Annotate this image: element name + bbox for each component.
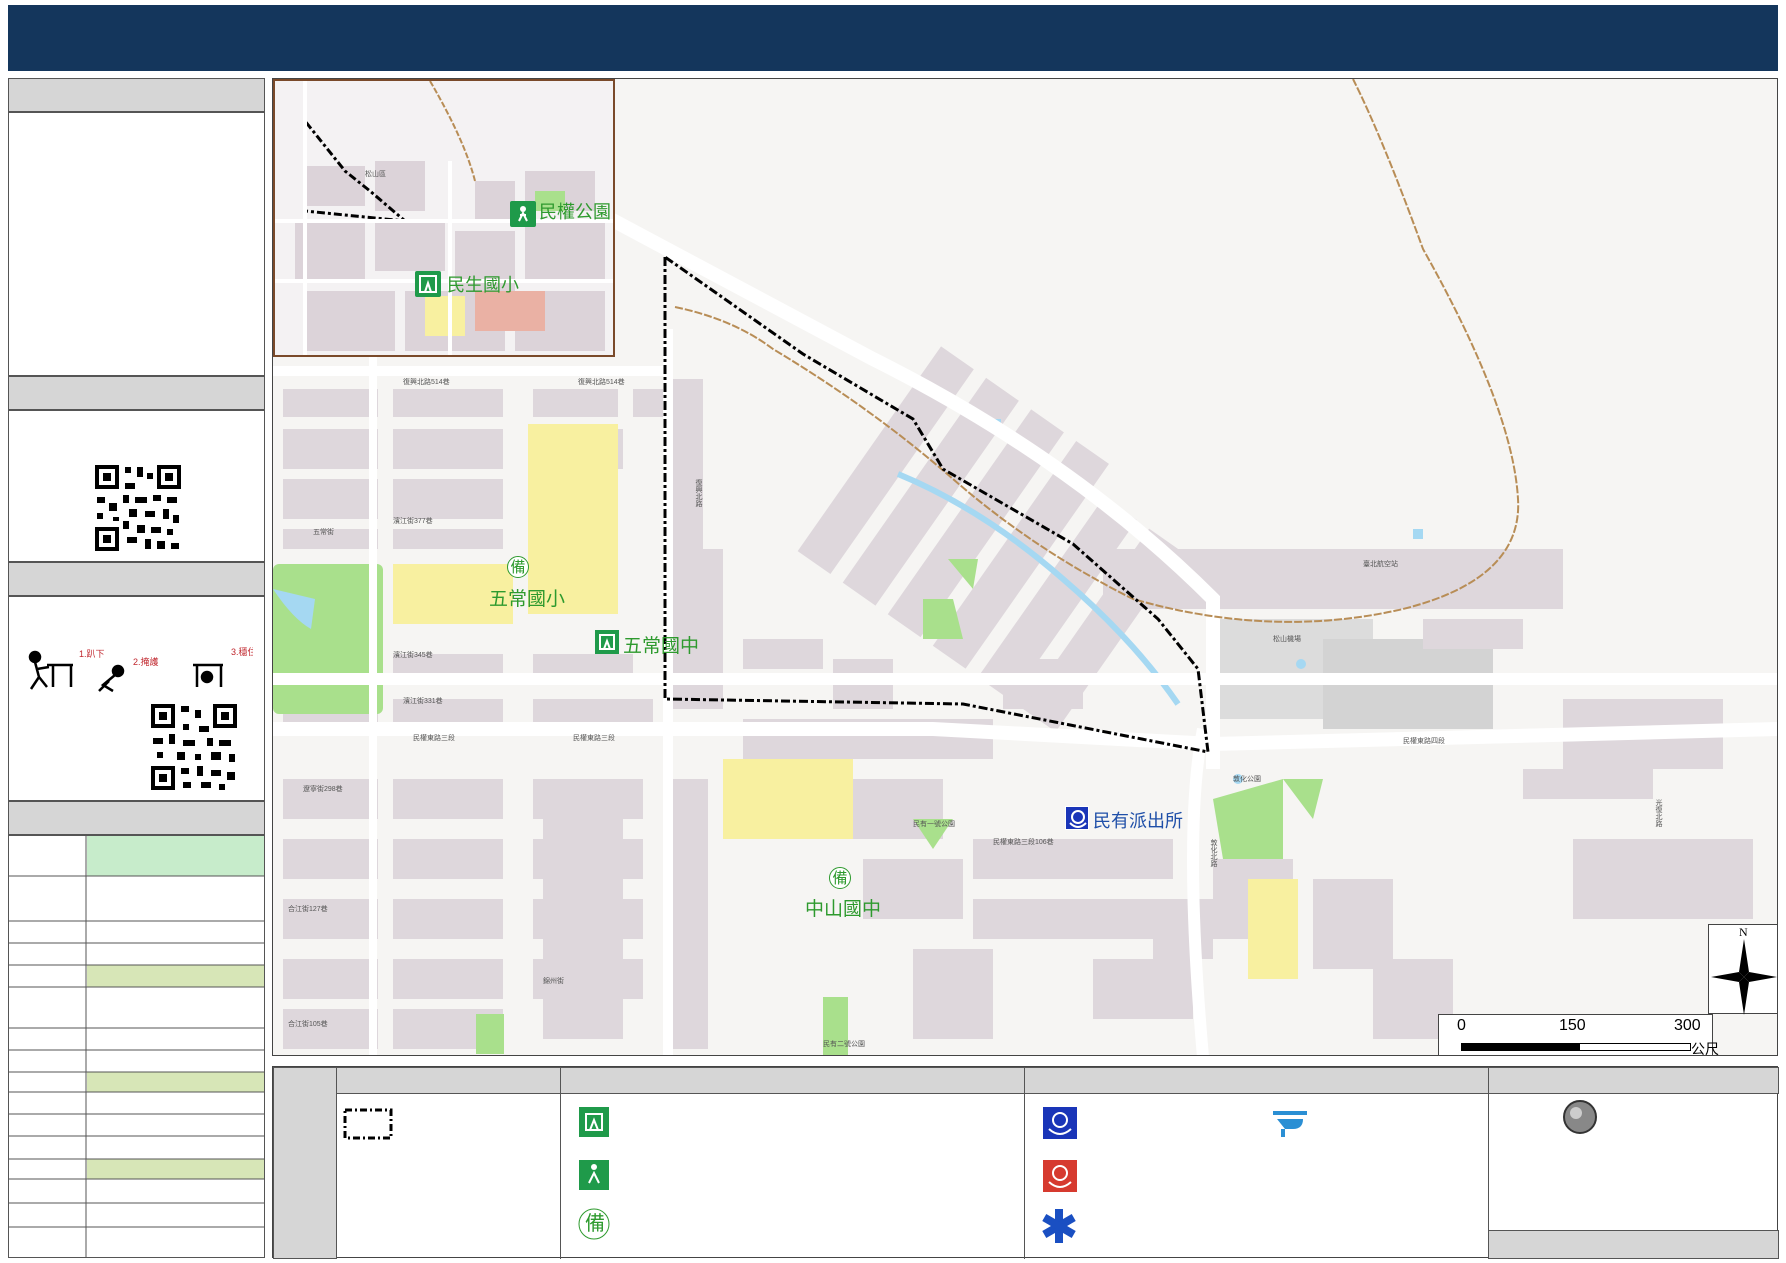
street-label: 合江街127巷 xyxy=(288,906,328,913)
label-minyou-police: 民有派出所 xyxy=(1093,811,1183,831)
scale-bar-white xyxy=(1579,1043,1691,1051)
sidebar-section-header-4 xyxy=(8,801,265,835)
street-label: 敦化北路 xyxy=(1210,839,1217,867)
legend-park-shelter-icon xyxy=(579,1160,609,1190)
inset-label-minquan-park: 民權公園 xyxy=(539,202,611,222)
street-label: 民有一號公園 xyxy=(913,821,955,828)
legend-police-icon xyxy=(1043,1107,1077,1139)
street-label: 合江街105巷 xyxy=(288,1021,328,1028)
police-station-icon[interactable] xyxy=(1065,806,1089,830)
street-label: 敦化公園 xyxy=(1233,776,1261,783)
scale-unit: 公尺 xyxy=(1691,1041,1719,1056)
legend-fire-icon xyxy=(1043,1160,1077,1192)
street-label: 民權東路四段 xyxy=(1403,738,1445,745)
park-left xyxy=(273,564,383,714)
label-wuchang-elem: 五常國小 xyxy=(489,589,566,610)
scale-max: 300 xyxy=(1674,1017,1701,1034)
sidebar-section-header-3 xyxy=(8,562,265,596)
scale-mid: 150 xyxy=(1559,1017,1586,1034)
street-label: 濱江街331巷 xyxy=(403,698,443,705)
inset-label-minsheng-elem: 民生國小 xyxy=(447,275,519,295)
label-zhongshan-jr: 中山國中 xyxy=(805,899,882,920)
sidebar: 1.趴下 2.掩護 3.穩住 xyxy=(8,78,265,1258)
sidebar-section-earthquake: 1.趴下 2.掩護 3.穩住 xyxy=(8,596,265,801)
svg-text:1.趴下: 1.趴下 xyxy=(79,649,105,659)
street-label: 民權東路三段106巷 xyxy=(993,839,1054,846)
scale-zero: 0 xyxy=(1457,1017,1466,1034)
svg-text:2.掩護: 2.掩護 xyxy=(133,656,159,667)
north-arrow: N xyxy=(1708,924,1777,1015)
title-bar xyxy=(8,5,1778,71)
wuchang-jr-shelter-icon[interactable] xyxy=(595,630,619,654)
inset-label-songshan: 松山區 xyxy=(365,171,386,178)
contact-table xyxy=(8,835,265,1258)
street-label: 濱江街377巷 xyxy=(393,518,433,525)
scale-bar: 0 150 300 公尺 xyxy=(1438,1014,1719,1055)
shelter-mark-2: 備 xyxy=(829,867,851,889)
inset-map[interactable]: 民權公園 民生國小 松山區 xyxy=(273,79,615,357)
street-label: 復興北路514巷 xyxy=(403,379,450,386)
map-frame[interactable]: 民權公園 民生國小 松山區 備 五常國小 五常國中 備 中山國中 民有派出所 復… xyxy=(272,78,1778,1056)
street-label: 復興北路514巷 xyxy=(578,379,625,386)
sidebar-section-qr xyxy=(8,410,265,562)
legend-school-shelter-icon xyxy=(579,1107,609,1137)
street-label: 五常街 xyxy=(313,529,334,536)
sidebar-section-header-2 xyxy=(8,376,265,410)
street-label: 光復北路 xyxy=(1655,799,1662,827)
park-shelter-icon[interactable] xyxy=(510,201,536,227)
street-label: 復興北路 xyxy=(695,479,702,507)
drop-cover-hold-icon: 1.趴下 2.掩護 3.穩住 xyxy=(28,647,253,693)
legend-helicopter-icon xyxy=(1273,1111,1307,1137)
label-wuchang-jr: 五常國中 xyxy=(623,636,700,657)
scale-bar-black xyxy=(1461,1043,1579,1051)
legend: 備 xyxy=(272,1066,1779,1259)
qr-code-2-icon[interactable] xyxy=(149,702,239,792)
street-label: 松山機場 xyxy=(1273,636,1301,643)
legend-boundary-symbol xyxy=(343,1108,393,1140)
street-label: 濱江街345巷 xyxy=(393,652,433,659)
shelter-mark-1: 備 xyxy=(507,556,529,578)
street-label: 民權東路三段 xyxy=(413,735,455,742)
compass-icon xyxy=(1711,939,1777,1015)
street-label: 臺北航空站 xyxy=(1363,561,1398,568)
school-shelter-icon[interactable] xyxy=(415,271,441,297)
svg-text:3.穩住: 3.穩住 xyxy=(231,647,253,657)
legend-shelter-mark: 備 xyxy=(585,1213,605,1235)
street-label: 遼寧街298巷 xyxy=(303,786,343,793)
street-label: 民權東路三段 xyxy=(573,735,615,742)
street-label: 錦州街 xyxy=(543,978,564,985)
qr-code-icon[interactable] xyxy=(93,463,183,553)
legend-medical-icon xyxy=(1042,1209,1076,1243)
sidebar-section-info xyxy=(8,112,265,376)
sidebar-section-header-1 xyxy=(8,78,265,112)
street-label: 民有二號公園 xyxy=(823,1041,865,1048)
